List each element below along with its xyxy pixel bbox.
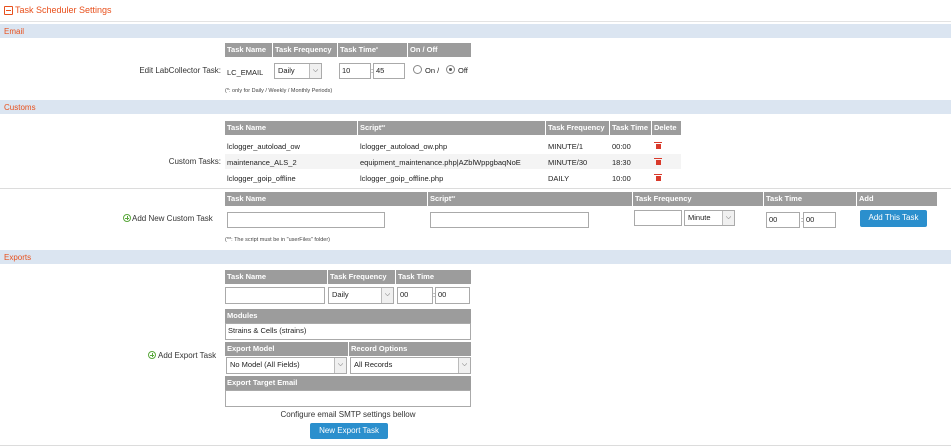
email-off-label: Off [458,66,468,75]
add-export-task-label: Add Export Task [158,351,217,360]
add-frequency-input[interactable] [634,210,682,226]
custom-script-note: (**: The script must be in "userFiles" f… [225,237,330,243]
collapse-icon[interactable] [4,6,13,15]
custom-task-frequency: MINUTE/30 [548,158,588,167]
email-on-label: On / [425,66,440,75]
custom-task-frequency: DAILY [548,174,570,183]
add-header-time: Task Time [764,192,856,206]
custom-header-script: Script** [358,121,545,135]
divider [0,188,951,189]
email-hour-input[interactable]: 10 [339,63,371,79]
new-export-task-button[interactable]: New Export Task [310,423,388,439]
add-custom-task-label: Add New Custom Task [132,214,213,223]
email-header-time: Task Time* [338,43,407,57]
add-task-name-input[interactable] [227,212,385,228]
export-task-name-input[interactable] [225,287,325,304]
email-task-label: Edit LabCollector Task: [139,66,221,75]
add-hour-input[interactable]: 00 [766,212,800,228]
smtp-note: Configure email SMTP settings bellow [280,410,416,419]
export-frequency-value: Daily [332,290,349,299]
add-script-input[interactable] [430,212,589,228]
export-minute-input[interactable]: 00 [435,287,470,304]
custom-task-time: 18:30 [612,158,631,167]
plus-icon[interactable] [123,214,131,222]
email-header-task-name: Task Name [225,43,272,57]
export-target-email-input[interactable] [225,390,471,407]
trash-icon[interactable] [654,158,662,165]
list-item[interactable]: Strains & Cells (strains) [228,324,468,338]
export-hour-input[interactable]: 00 [397,287,433,304]
export-header-model: Export Model [225,342,348,356]
email-header-frequency: Task Frequency [273,43,337,57]
export-model-select[interactable]: No Model (All Fields) ⌵ [226,357,347,374]
export-model-value: No Model (All Fields) [230,360,300,369]
record-options-select[interactable]: All Records ⌵ [350,357,471,374]
add-minute-input[interactable]: 00 [803,212,836,228]
trash-icon[interactable] [654,142,662,149]
export-frequency-select[interactable]: Daily ⌵ [328,287,394,304]
email-frequency-select[interactable]: Daily ⌵ [274,63,322,79]
custom-header-delete: Delete [652,121,681,135]
email-minute-input[interactable]: 45 [373,63,405,79]
add-header-add: Add [857,192,937,206]
custom-tasks-label: Custom Tasks: [168,157,221,166]
chevron-down-icon: ⌵ [722,211,734,225]
add-unit-value: Minute [688,213,711,222]
custom-header-task-name: Task Name [225,121,357,135]
custom-task-frequency: MINUTE/1 [548,142,584,151]
add-header-script: Script** [428,192,632,206]
chevron-down-icon: ⌵ [334,358,346,373]
custom-task-time: 00:00 [612,142,631,151]
chevron-down-icon: ⌵ [309,64,321,78]
page-title: Task Scheduler Settings [15,5,112,15]
chevron-down-icon: ⌵ [381,288,393,303]
custom-task-script: lclogger_goip_offline.php [360,174,444,183]
section-customs-header: Customs [0,100,951,114]
custom-header-frequency: Task Frequency [546,121,609,135]
custom-task-name: lclogger_goip_offline [227,174,296,183]
export-header-record-options: Record Options [349,342,471,356]
add-frequency-unit-select[interactable]: Minute ⌵ [684,210,735,226]
custom-task-script: lclogger_autoload_ow.php [360,142,448,151]
table-row: maintenance_ALS_2 equipment_maintenance.… [225,154,681,169]
export-header-frequency: Task Frequency [328,270,395,284]
section-email-header: Email [0,24,951,38]
export-modules-list[interactable]: Strains & Cells (strains) [225,323,471,340]
custom-header-time: Task Time [610,121,651,135]
email-task-name: LC_EMAIL [227,68,264,77]
table-row: lclogger_autoload_ow lclogger_autoload_o… [225,138,681,153]
email-header-on-off: On / Off [408,43,471,57]
add-header-task-name: Task Name [225,192,427,206]
email-note: (*: only for Daily / Weekly / Monthly Pe… [225,88,333,94]
chevron-down-icon: ⌵ [458,358,470,373]
email-on-radio[interactable] [413,65,422,74]
export-header-time: Task Time [396,270,471,284]
add-header-frequency: Task Frequency [633,192,763,206]
table-row: lclogger_goip_offline lclogger_goip_offl… [225,170,681,185]
add-this-task-button[interactable]: Add This Task [860,210,927,227]
email-off-radio[interactable] [446,65,455,74]
trash-icon[interactable] [654,174,662,181]
custom-task-script: equipment_maintenance.php|AZblWppgbaqNoE [360,158,521,167]
custom-task-name: maintenance_ALS_2 [227,158,297,167]
export-header-target-email: Export Target Email [225,376,471,390]
export-header-task-name: Task Name [225,270,327,284]
custom-task-time: 10:00 [612,174,631,183]
email-frequency-value: Daily [278,66,295,75]
export-header-modules: Modules [225,309,471,323]
record-options-value: All Records [354,360,393,369]
plus-icon[interactable] [148,351,156,359]
section-exports-header: Exports [0,250,951,264]
page-header: Task Scheduler Settings [0,0,951,22]
custom-task-name: lclogger_autoload_ow [227,142,300,151]
